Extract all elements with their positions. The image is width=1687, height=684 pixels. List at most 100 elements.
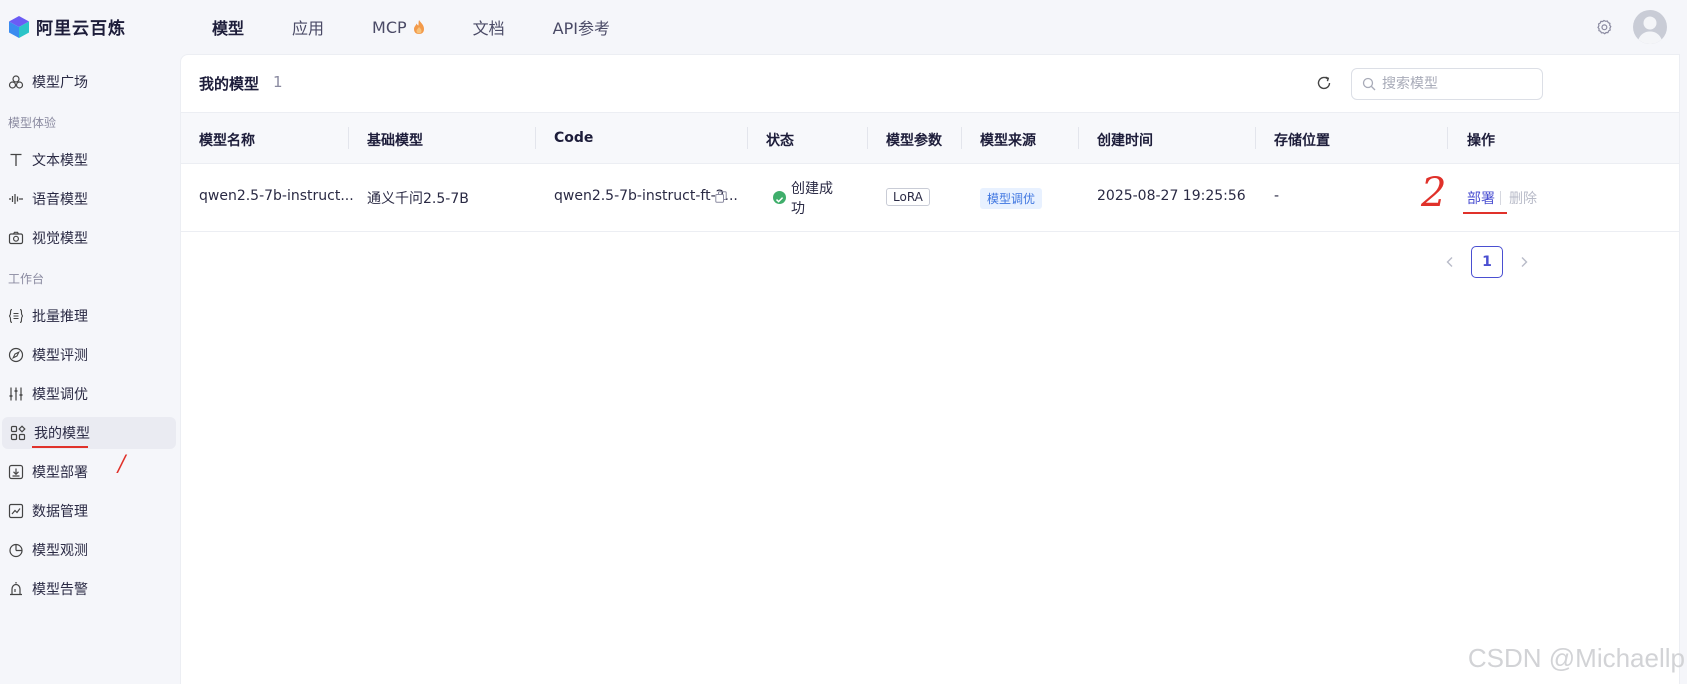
top-right-actions	[1595, 10, 1667, 44]
sidebar-item-model-deploy[interactable]: 模型部署	[0, 456, 176, 488]
sidebar-item-model-tuning[interactable]: 模型调优	[0, 378, 176, 410]
col-header-code[interactable]: Code	[554, 130, 593, 146]
col-header-base[interactable]: 基础模型	[367, 130, 423, 150]
deploy-button[interactable]: 部署	[1467, 188, 1495, 208]
sidebar-item-vision-model[interactable]: 视觉模型	[0, 222, 176, 254]
logo-icon	[9, 15, 29, 38]
cell-model-name[interactable]: qwen2.5-7b-instruct...	[199, 188, 354, 204]
params-tag: LoRA	[886, 188, 930, 206]
sidebar-item-label: 模型广场	[32, 75, 88, 91]
page-title: 我的模型	[199, 75, 260, 93]
nav-mcp-label: MCP	[372, 17, 407, 37]
sidebar-item-model-square[interactable]: 模型广场	[0, 66, 176, 98]
chevron-right-icon	[1521, 257, 1528, 267]
col-divider	[535, 127, 536, 149]
sidebar-item-label: 模型评测	[32, 348, 88, 364]
table-row: qwen2.5-7b-instruct... 通义千问2.5-7B qwen2.…	[181, 164, 1679, 232]
logo-text: 阿里云百炼	[36, 19, 126, 39]
cell-created-time: 2025-08-27 19:25:56	[1097, 188, 1246, 204]
nav-mcp[interactable]: MCP	[372, 18, 425, 37]
sidebar-item-model-eval[interactable]: 模型评测	[0, 339, 176, 371]
sidebar-item-label: 数据管理	[32, 504, 88, 520]
sidebar-item-my-models[interactable]: 我的模型	[2, 417, 176, 449]
col-divider	[1078, 127, 1079, 149]
col-header-params[interactable]: 模型参数	[886, 130, 942, 150]
annotation-mark-2: 2	[1421, 170, 1447, 216]
nav-models[interactable]: 模型	[212, 15, 244, 39]
col-header-storage[interactable]: 存储位置	[1274, 130, 1330, 150]
next-page-button[interactable]	[1509, 247, 1539, 277]
sidebar-item-label: 视觉模型	[32, 231, 88, 247]
flame-icon	[413, 20, 424, 34]
main-panel: 我的模型 1 模型名称 基础模型 Code 状态 模型参数 模型来源 创建时间 …	[180, 54, 1680, 684]
cell-status-line1: 创建成	[791, 181, 833, 197]
delete-button[interactable]: 删除	[1509, 188, 1537, 208]
page-1-button[interactable]: 1	[1471, 246, 1503, 278]
chevron-left-icon	[1446, 257, 1453, 267]
text-icon	[8, 152, 24, 168]
logo[interactable]: 阿里云百炼	[8, 14, 126, 39]
sidebar-item-model-alert[interactable]: 模型告警	[0, 573, 176, 605]
model-square-icon	[8, 74, 24, 90]
chart-box-icon	[8, 503, 24, 519]
sidebar: 模型广场 模型体验 文本模型 语音模型 视觉模型 工作台 批量推理 模型评测 模…	[0, 54, 178, 684]
sidebar-item-label: 文本模型	[32, 153, 88, 169]
main-header: 我的模型 1	[181, 55, 1679, 112]
col-divider	[747, 127, 748, 149]
col-header-name[interactable]: 模型名称	[199, 130, 255, 150]
sidebar-group-experience: 模型体验	[8, 116, 57, 130]
sidebar-item-data-mgmt[interactable]: 数据管理	[0, 495, 176, 527]
cell-storage: -	[1274, 188, 1280, 204]
source-tag: 模型调优	[980, 188, 1043, 209]
col-divider	[1447, 127, 1448, 149]
cell-code: qwen2.5-7b-instruct-ft-2...	[554, 188, 738, 204]
sidebar-item-label: 模型告警	[32, 582, 88, 598]
nav-api-ref-label: API参考	[552, 19, 610, 38]
sidebar-item-label: 批量推理	[32, 309, 88, 325]
cell-base-model: 通义千问2.5-7B	[367, 191, 469, 207]
sidebar-item-model-observe[interactable]: 模型观测	[0, 534, 176, 566]
waveform-icon	[8, 191, 24, 207]
search-input[interactable]	[1382, 76, 1532, 92]
sidebar-item-text-model[interactable]: 文本模型	[0, 144, 176, 176]
refresh-icon[interactable]	[1316, 75, 1332, 91]
annotation-underline-2	[1463, 212, 1507, 214]
download-box-icon	[8, 464, 24, 480]
sliders-icon	[8, 386, 24, 402]
camera-icon	[8, 230, 24, 246]
col-divider	[961, 127, 962, 149]
nav-api-ref[interactable]: API参考	[553, 15, 610, 39]
model-count: 1	[273, 73, 283, 91]
search-icon	[1362, 77, 1376, 91]
sidebar-item-batch-inference[interactable]: 批量推理	[0, 300, 176, 332]
col-header-source[interactable]: 模型来源	[980, 130, 1036, 150]
nav-docs[interactable]: 文档	[473, 15, 505, 39]
success-check-icon	[773, 191, 786, 204]
top-bar: 阿里云百炼 模型 应用 MCP 文档 API参考	[0, 0, 1687, 54]
user-avatar-icon	[1637, 16, 1663, 44]
cell-status-line2: 功	[791, 201, 805, 217]
sidebar-item-label: 我的模型	[34, 426, 90, 442]
nav-docs-label: 文档	[472, 19, 505, 38]
sidebar-item-label: 语音模型	[32, 192, 88, 208]
prev-page-button[interactable]	[1435, 247, 1465, 277]
sidebar-group-workbench: 工作台	[8, 272, 45, 286]
table-header: 模型名称 基础模型 Code 状态 模型参数 模型来源 创建时间 存储位置 操作	[181, 112, 1679, 164]
search-box[interactable]	[1351, 68, 1543, 100]
copy-icon[interactable]	[715, 191, 727, 203]
sidebar-item-voice-model[interactable]: 语音模型	[0, 183, 176, 215]
col-divider	[867, 127, 868, 149]
col-header-status[interactable]: 状态	[766, 130, 794, 150]
watermark: CSDN @Michaellp	[1467, 643, 1685, 673]
gear-icon[interactable]	[1595, 18, 1613, 36]
nav-models-label: 模型	[212, 19, 245, 38]
op-divider	[1500, 191, 1501, 205]
sidebar-item-label: 模型部署	[32, 465, 88, 481]
col-divider	[1255, 127, 1256, 149]
top-nav: 模型 应用 MCP 文档 API参考	[212, 0, 658, 54]
sidebar-item-label: 模型调优	[32, 387, 88, 403]
col-header-created[interactable]: 创建时间	[1097, 130, 1153, 150]
avatar[interactable]	[1633, 10, 1667, 44]
col-header-ops: 操作	[1467, 133, 1495, 149]
nav-apps[interactable]: 应用	[292, 15, 324, 39]
